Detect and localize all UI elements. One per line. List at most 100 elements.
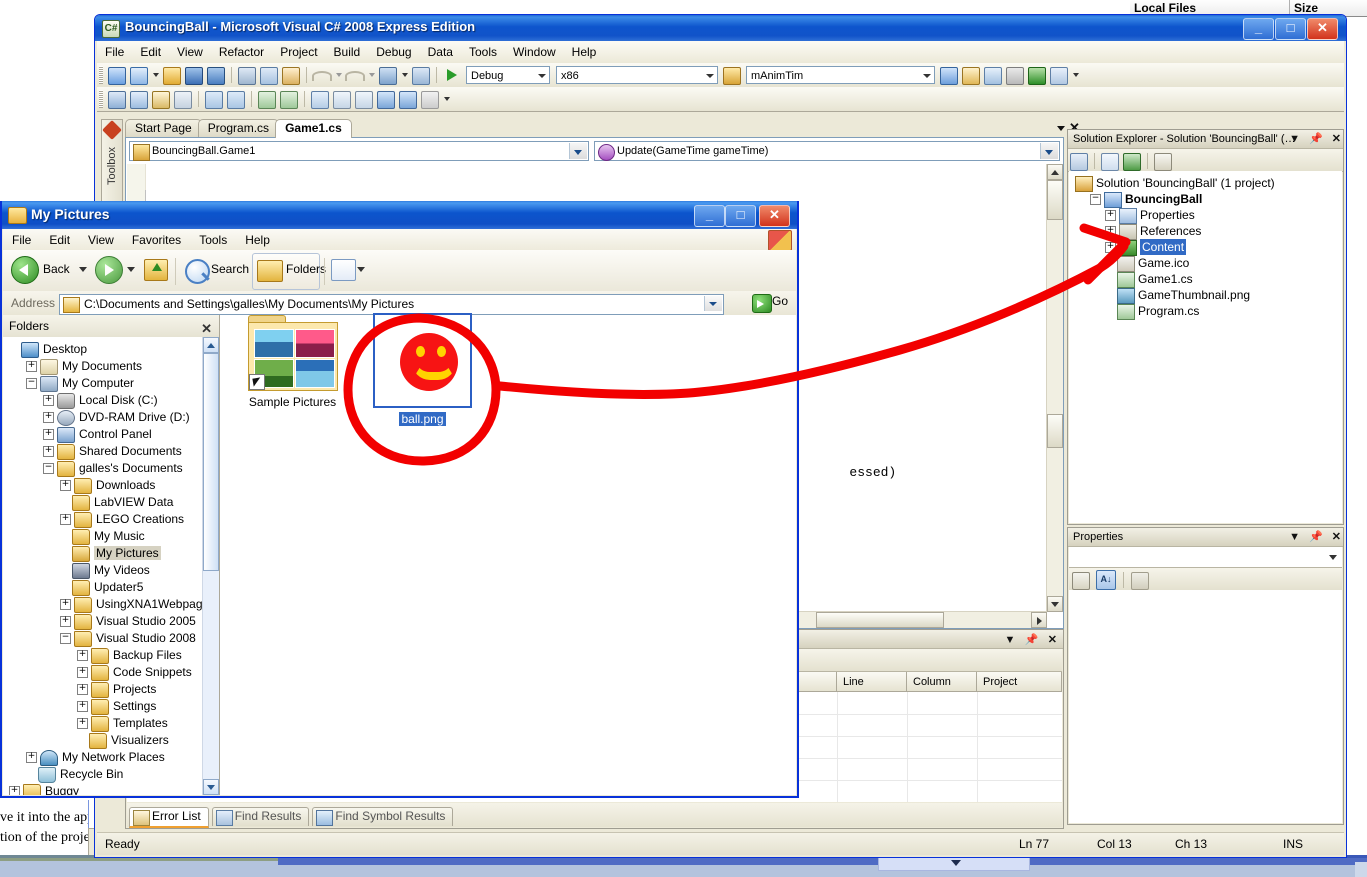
editor-vscroll-thumb[interactable]: [1047, 180, 1063, 220]
views-icon[interactable]: [331, 259, 356, 281]
folder-tree-row[interactable]: + Local Disk (C:): [3, 392, 203, 409]
solution-tree-row[interactable]: Program.cs: [1069, 303, 1342, 320]
folders-tree-scrollbar[interactable]: [202, 337, 219, 795]
solution-explorer-button[interactable]: [1049, 65, 1069, 85]
tree-expander[interactable]: +: [43, 429, 54, 441]
insert-snippet-button[interactable]: [129, 89, 149, 109]
start-debugging-button[interactable]: [442, 65, 462, 85]
alphabetical-sort-button[interactable]: A↓: [1096, 570, 1116, 590]
tree-expander[interactable]: −: [60, 633, 71, 645]
tab-find-results[interactable]: Find Results: [211, 807, 310, 826]
toggle-word-wrap-button[interactable]: [173, 89, 193, 109]
decrease-indent-button[interactable]: [204, 89, 224, 109]
toolbar-grip[interactable]: [99, 90, 103, 108]
tab-program-cs[interactable]: Program.cs: [197, 119, 280, 138]
tree-expander[interactable]: −: [43, 463, 54, 475]
explorer-menu-file[interactable]: File: [3, 229, 40, 251]
editor-vscroll-thumb-2[interactable]: [1047, 414, 1063, 448]
solution-tree-row[interactable]: + Properties: [1069, 207, 1342, 224]
type-navigation-combo[interactable]: BouncingBall.Game1: [129, 141, 589, 161]
tree-expander[interactable]: +: [77, 684, 88, 696]
solution-tree-row[interactable]: Solution 'BouncingBall' (1 project): [1069, 175, 1342, 192]
folders-scroll-up-arrow[interactable]: [203, 337, 219, 353]
folder-tree-row[interactable]: My Music: [3, 528, 203, 545]
toggle-bookmark-button[interactable]: [310, 89, 330, 109]
file-item-sample-pictures[interactable]: Sample Pictures: [230, 315, 355, 409]
next-bookmark-button[interactable]: [354, 89, 374, 109]
views-dropdown-icon[interactable]: [357, 267, 365, 272]
tree-expander[interactable]: +: [1105, 210, 1116, 222]
save-button[interactable]: [184, 65, 204, 85]
vs-menu-file[interactable]: File: [97, 41, 132, 63]
tree-expander[interactable]: +: [60, 480, 71, 492]
folder-tree-row[interactable]: LabVIEW Data: [3, 494, 203, 511]
folder-tree-row[interactable]: + Buggy: [3, 783, 203, 795]
cut-button[interactable]: [237, 65, 257, 85]
previous-bookmark-folder-button[interactable]: [376, 89, 396, 109]
explorer-close-button[interactable]: ✕: [759, 205, 790, 227]
properties-object-combo[interactable]: [1069, 547, 1342, 568]
find-in-files-icon[interactable]: [722, 65, 742, 85]
start-page-button[interactable]: [1027, 65, 1047, 85]
tree-expander[interactable]: +: [77, 650, 88, 662]
object-browser-button[interactable]: [939, 65, 959, 85]
vs-menu-view[interactable]: View: [169, 41, 211, 63]
navigate-backward-button[interactable]: [378, 65, 398, 85]
tree-expander[interactable]: −: [1090, 194, 1101, 206]
editor-vertical-scrollbar[interactable]: [1046, 164, 1063, 612]
tree-expander[interactable]: +: [60, 599, 71, 611]
tree-expander[interactable]: +: [43, 395, 54, 407]
navigate-forward-button[interactable]: [411, 65, 431, 85]
vs-menu-tools[interactable]: Tools: [461, 41, 505, 63]
file-item-ball-png[interactable]: ball.png: [360, 313, 485, 426]
tree-expander[interactable]: +: [26, 752, 37, 764]
explorer-menu-help[interactable]: Help: [236, 229, 279, 251]
active-files-dropdown-icon[interactable]: [1057, 126, 1065, 131]
folder-tree-row[interactable]: + Shared Documents: [3, 443, 203, 460]
pin-icon[interactable]: 📌: [1309, 130, 1323, 148]
forward-arrow-icon[interactable]: [95, 256, 123, 284]
properties-grid[interactable]: [1069, 590, 1342, 823]
scroll-right-arrow[interactable]: [1031, 612, 1047, 628]
folder-tree-row[interactable]: Updater5: [3, 579, 203, 596]
toolbox-button[interactable]: [961, 65, 981, 85]
solution-tree-row[interactable]: Game.ico: [1069, 255, 1342, 272]
display-class-view-button[interactable]: [107, 89, 127, 109]
tree-expander[interactable]: +: [77, 701, 88, 713]
find-combo[interactable]: mAnimTim: [746, 66, 935, 84]
vs-titlebar[interactable]: C# BouncingBall - Microsoft Visual C# 20…: [95, 15, 1346, 41]
property-pages-button[interactable]: [1131, 570, 1149, 590]
vs-close-button[interactable]: ✕: [1307, 18, 1338, 40]
comment-selection-button[interactable]: [257, 89, 277, 109]
explorer-menu-favorites[interactable]: Favorites: [123, 229, 190, 251]
folders-scroll-down-arrow[interactable]: [203, 779, 219, 795]
surround-with-button[interactable]: [151, 89, 171, 109]
explorer-menu-tools[interactable]: Tools: [190, 229, 236, 251]
tree-expander[interactable]: +: [43, 412, 54, 424]
close-icon[interactable]: ✕: [1332, 528, 1341, 546]
folder-tree-row[interactable]: + UsingXNA1Webpage: [3, 596, 203, 613]
explorer-menu-view[interactable]: View: [79, 229, 123, 251]
member-navigation-combo[interactable]: Update(GameTime gameTime): [594, 141, 1060, 161]
vs-menu-build[interactable]: Build: [326, 41, 369, 63]
vs-menu-refactor[interactable]: Refactor: [211, 41, 272, 63]
tree-expander[interactable]: +: [60, 514, 71, 526]
tree-expander[interactable]: +: [77, 718, 88, 730]
search-icon[interactable]: [185, 259, 210, 284]
taskbar-button[interactable]: [878, 857, 1030, 871]
back-dropdown-icon[interactable]: [79, 267, 87, 272]
up-one-level-icon[interactable]: [144, 259, 168, 281]
close-icon[interactable]: ✕: [1332, 130, 1341, 148]
folder-tree-row[interactable]: + Visual Studio 2005: [3, 613, 203, 630]
solution-tree-row[interactable]: + References: [1069, 223, 1342, 240]
toolbar2-overflow-dropdown[interactable]: [442, 89, 451, 109]
folder-tree-row[interactable]: + Settings: [3, 698, 203, 715]
explorer-menu-edit[interactable]: Edit: [40, 229, 79, 251]
file-list-pane[interactable]: Sample Pictures ball.png: [219, 313, 796, 795]
pin-icon[interactable]: 📌: [1025, 631, 1039, 649]
tree-expander[interactable]: +: [9, 786, 20, 795]
clear-bookmarks-button[interactable]: [420, 89, 440, 109]
toolbar-overflow-dropdown[interactable]: [1071, 65, 1080, 85]
vs-menu-help[interactable]: Help: [564, 41, 605, 63]
folder-tree-row[interactable]: Recycle Bin: [3, 766, 203, 783]
